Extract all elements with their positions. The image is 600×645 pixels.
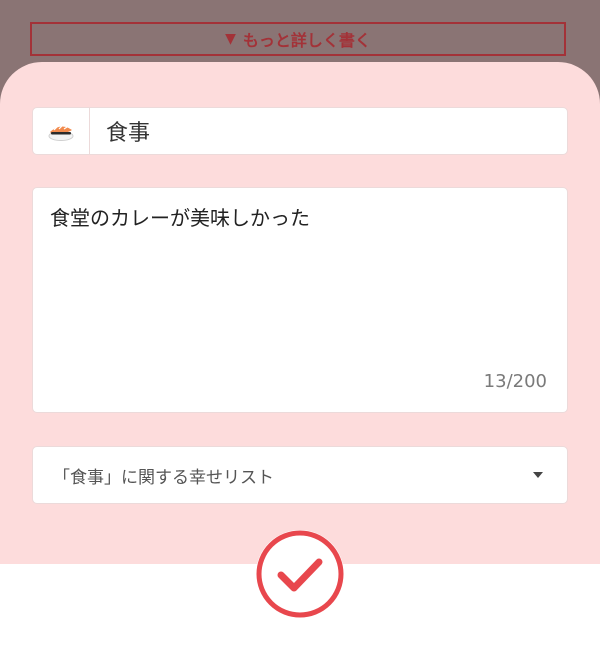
memo-text: 食堂のカレーが美味しかった (50, 206, 310, 230)
triangle-down-icon: ▼ (225, 31, 236, 47)
checkmark-circle-icon (256, 530, 344, 618)
happiness-list-label: 「食事」に関する幸せリスト (53, 467, 274, 488)
category-icon-slot[interactable] (33, 108, 90, 154)
caret-down-icon (533, 472, 543, 478)
char-counter: 13/200 (483, 371, 547, 392)
happiness-list-dropdown[interactable]: 「食事」に関する幸せリスト (32, 446, 568, 504)
confirm-button[interactable] (256, 530, 344, 618)
write-more-label: もっと詳しく書く (242, 31, 371, 50)
sushi-icon (48, 125, 74, 141)
category-value: 食事 (106, 121, 151, 146)
memo-textarea[interactable]: 食堂のカレーが美味しかった 13/200 (32, 187, 568, 413)
write-more-button[interactable]: ▼ もっと詳しく書く (30, 22, 566, 56)
category-field[interactable]: 食事 (32, 107, 568, 155)
